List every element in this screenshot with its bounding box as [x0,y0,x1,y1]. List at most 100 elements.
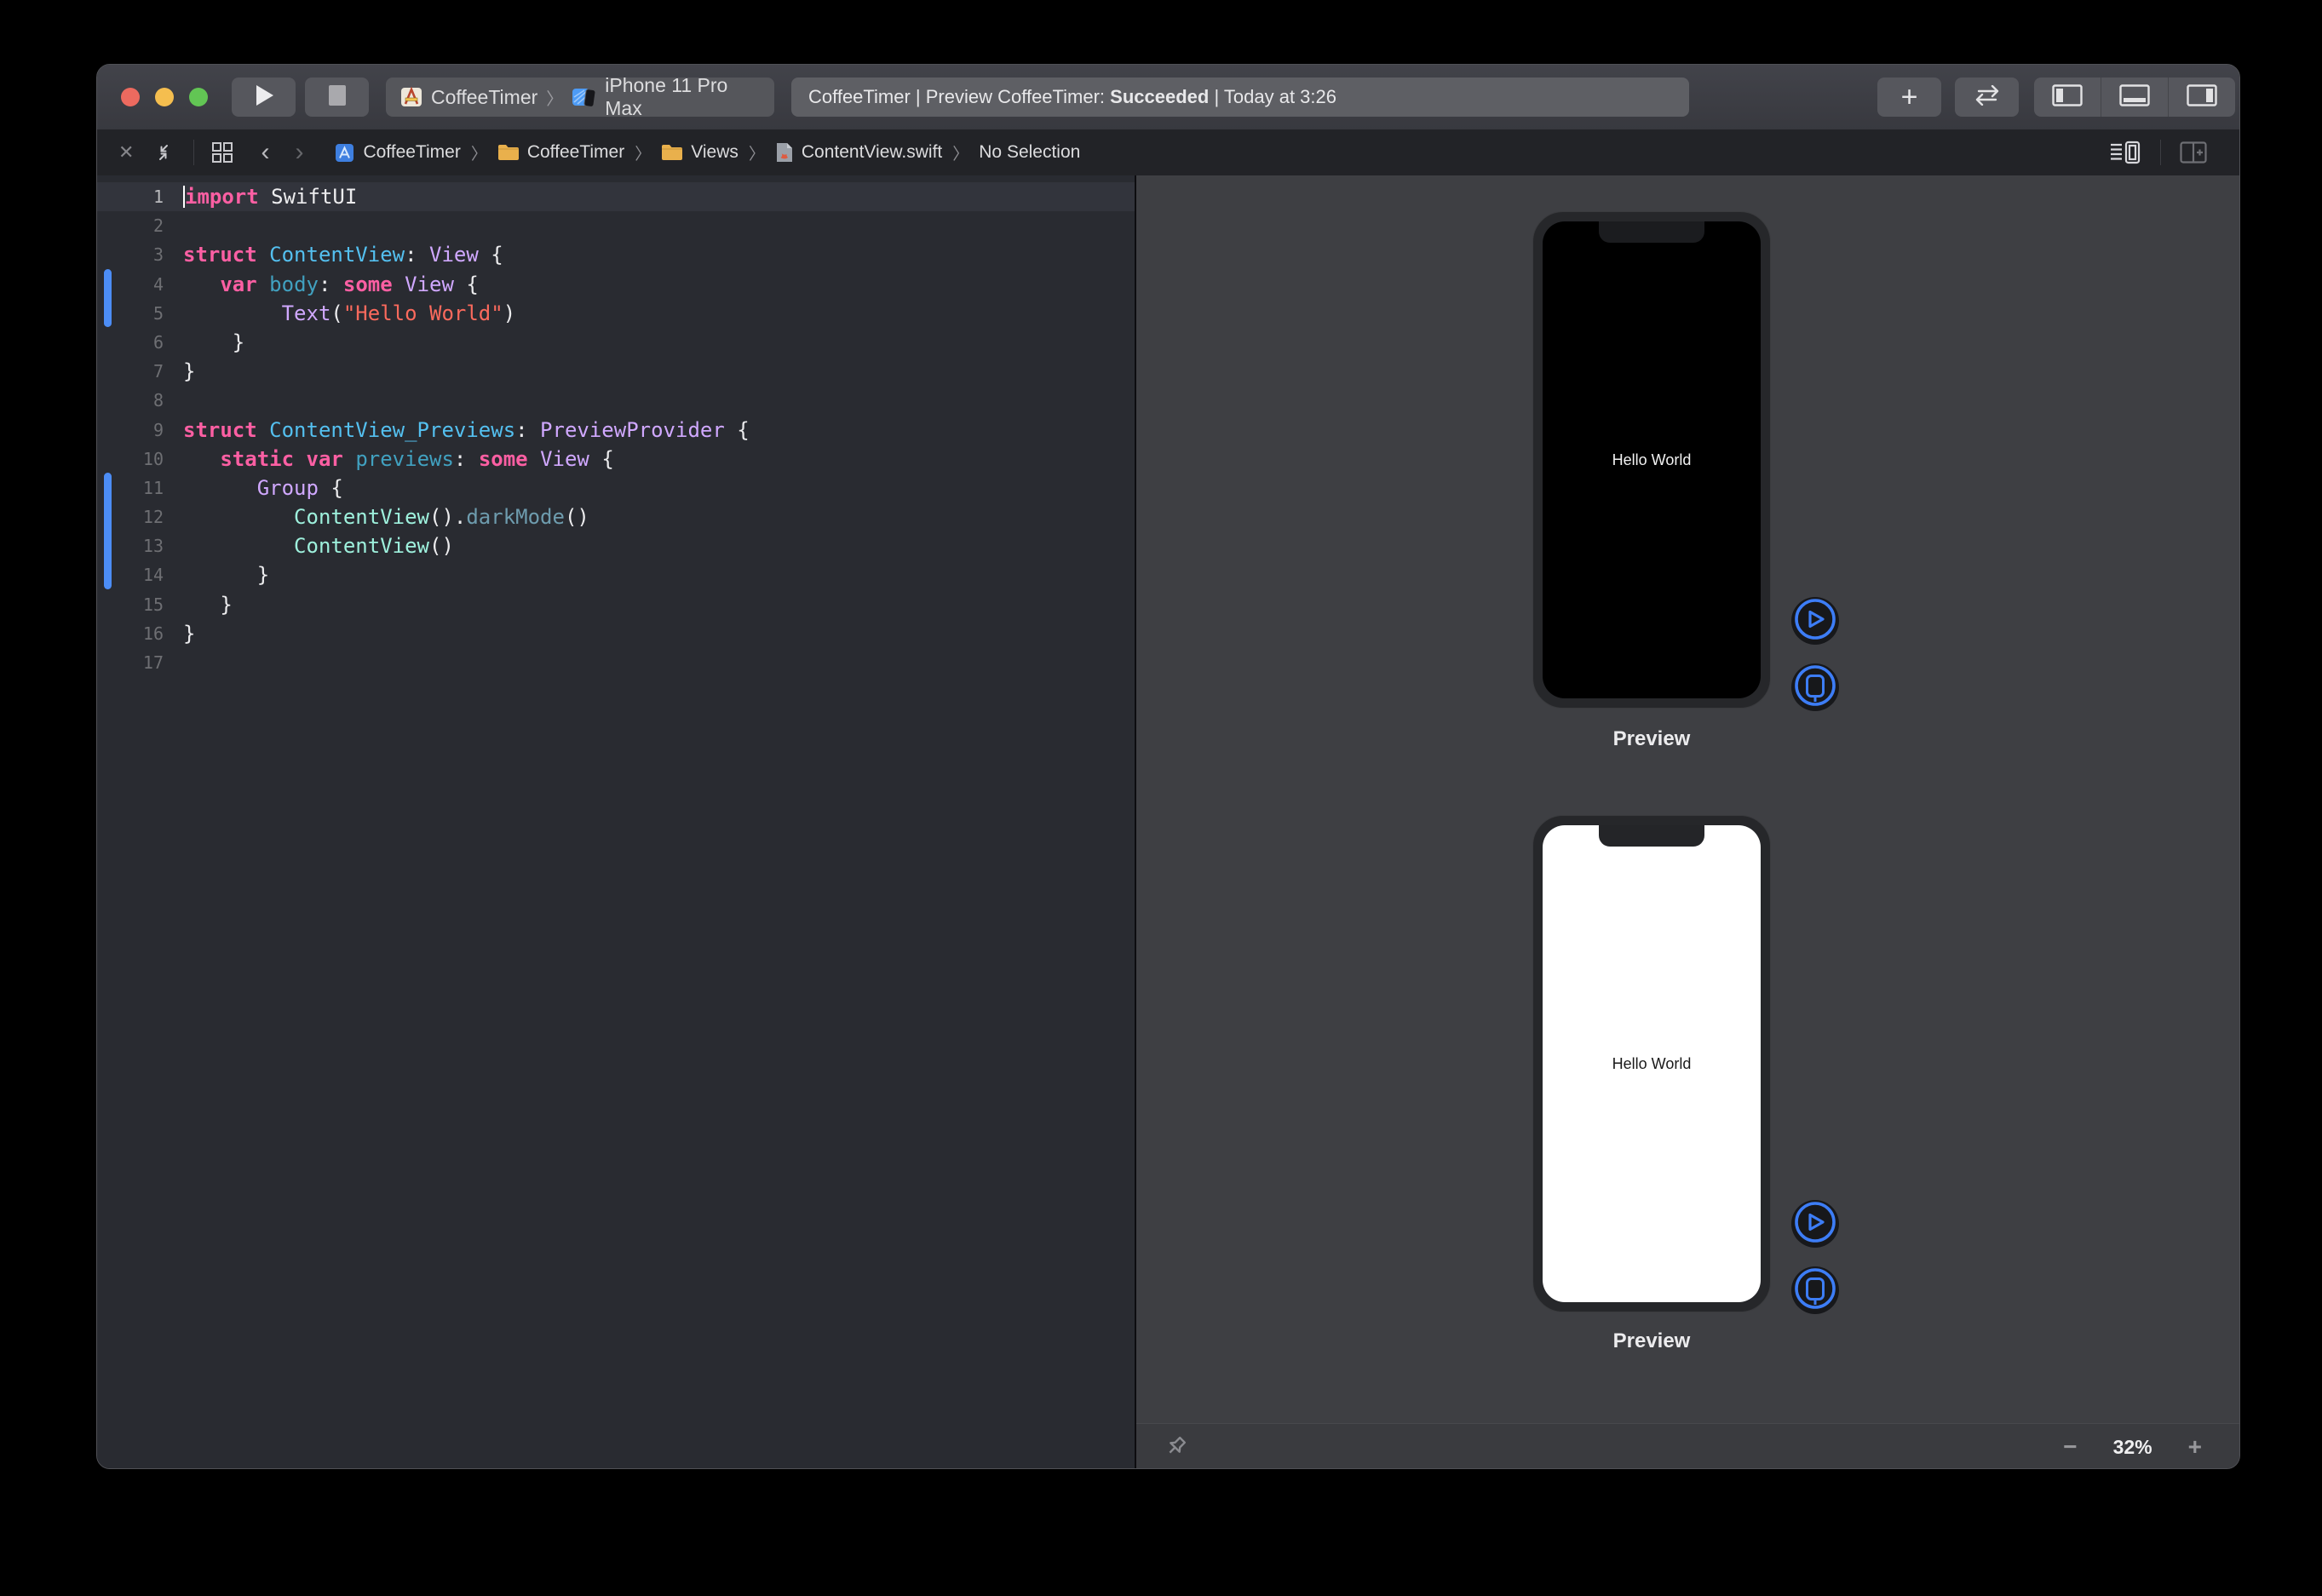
code-line[interactable]: 16} [97,619,1135,648]
code-line[interactable]: 3struct ContentView: View { [97,240,1135,269]
breadcrumb-item-no-selection[interactable]: No Selection [979,142,1080,163]
code-line[interactable]: 7} [97,357,1135,386]
pin-icon[interactable] [1162,1433,1189,1461]
line-number: 10 [97,445,164,474]
zoom-in-button[interactable]: + [2188,1435,2202,1459]
preview-on-device-button[interactable] [1791,1266,1839,1314]
code-line[interactable]: 10 static var previews: some View { [97,445,1135,474]
code-text: struct ContentView_Previews: PreviewProv… [183,416,750,445]
traffic-zoom-button[interactable] [189,88,208,106]
preview-on-device-button[interactable] [1791,663,1839,711]
code-text: struct ContentView: View { [183,240,503,269]
line-number: 16 [97,619,164,648]
adjust-editor-options-icon[interactable] [2109,141,2141,164]
preview-label: Preview [1532,1329,1771,1353]
plus-icon: + [1901,81,1918,114]
code-lines: 1 import SwiftUI 23struct ContentView: Vie… [97,182,1135,677]
line-number: 11 [97,474,164,502]
code-line[interactable]: 11 Group { [97,474,1135,502]
run-button[interactable] [232,78,296,117]
status-text: CoffeeTimer | Preview CoffeeTimer: Succe… [808,86,1336,108]
iphone-preview-light[interactable]: Hello World [1532,815,1771,1312]
stop-button[interactable] [305,78,369,117]
canvas-bottom-bar: − 32% + [1136,1423,2239,1469]
close-editor-icon[interactable]: ✕ [118,141,134,164]
code-text: static var previews: some View { [183,445,614,474]
toolbar: CoffeeTimer 〉 iPhone 11 Pro Max CoffeeTi… [97,65,2239,130]
desktop: CoffeeTimer 〉 iPhone 11 Pro Max CoffeeTi… [0,0,2322,1596]
code-line[interactable]: 14 } [97,560,1135,589]
code-text: } [183,590,233,619]
code-line[interactable]: 4 var body: some View { [97,270,1135,299]
line-number: 1 [97,182,164,211]
code-text: var body: some View { [183,270,479,299]
add-editor-icon[interactable] [2180,141,2207,164]
line-number: 2 [97,211,164,240]
jumpbar-divider [2160,140,2161,165]
line-number: 15 [97,590,164,619]
code-text: Group { [183,474,343,502]
library-button[interactable]: + [1877,78,1941,117]
toggle-debug-area-button[interactable] [2101,78,2169,117]
scheme-selector[interactable]: CoffeeTimer 〉 iPhone 11 Pro Max [386,78,774,117]
code-line[interactable]: 1 import SwiftUI [97,182,1135,211]
editor-swap-button[interactable] [1955,78,2019,117]
code-text: import SwiftUI [183,182,357,211]
project-icon [334,142,355,164]
line-number: 12 [97,502,164,531]
traffic-minimize-button[interactable] [155,88,174,106]
breadcrumb-item[interactable]: CoffeeTimer [527,142,624,163]
panel-toggle-group [2034,78,2235,117]
focus-editor-icon[interactable] [152,141,175,164]
code-text: ContentView() [183,531,454,560]
preview-hello-text: Hello World [1612,451,1692,469]
bottom-panel-icon [2119,84,2150,111]
traffic-close-button[interactable] [121,88,140,106]
code-line[interactable]: 9 struct ContentView_Previews: PreviewPro… [97,416,1135,445]
toggle-navigator-button[interactable] [2034,78,2101,117]
content-area: 1 import SwiftUI 23struct ContentView: Vie… [97,175,2239,1469]
app-scheme-icon [399,85,423,109]
code-line[interactable]: 2 [97,211,1135,240]
forward-chevron-icon[interactable]: › [295,138,303,167]
breadcrumb-separator: 〉 [635,141,651,164]
back-chevron-icon[interactable]: ‹ [261,138,269,167]
folder-icon [661,143,683,162]
scheme-separator: 〉 [546,85,563,110]
code-line[interactable]: 5 Text("Hello World") [97,299,1135,328]
code-line[interactable]: 13 ContentView() [97,531,1135,560]
breadcrumb-item[interactable]: Views [691,142,739,163]
folder-icon [497,143,520,162]
line-number: 8 [97,386,164,415]
code-line[interactable]: 15 } [97,590,1135,619]
zoom-out-button[interactable]: − [2063,1435,2077,1459]
live-preview-button[interactable] [1791,1200,1839,1248]
device-circle-icon [1791,662,1839,714]
source-editor[interactable]: 1 import SwiftUI 23struct ContentView: Vie… [97,175,1135,1469]
breadcrumb-separator: 〉 [471,141,487,164]
code-line[interactable]: 8 [97,386,1135,415]
line-number: 13 [97,531,164,560]
device-icon [572,85,597,109]
preview-screen-light: Hello World [1543,825,1761,1302]
preview-label: Preview [1532,727,1771,751]
iphone-preview-dark[interactable]: Hello World [1532,211,1771,709]
code-line[interactable]: 6 } [97,328,1135,357]
breadcrumb-separator: 〉 [749,141,765,164]
code-line[interactable]: 17 [97,648,1135,677]
preview-hello-text: Hello World [1612,1055,1692,1073]
toggle-inspector-button[interactable] [2169,78,2235,117]
code-text: } [183,328,244,357]
left-panel-icon [2052,84,2083,111]
related-items-icon[interactable] [211,141,233,164]
line-number: 9 [97,416,164,445]
xcode-window: CoffeeTimer 〉 iPhone 11 Pro Max CoffeeTi… [96,64,2240,1469]
breadcrumb-item[interactable]: CoffeeTimer [363,142,460,163]
device-circle-icon [1791,1265,1839,1317]
breadcrumb-item[interactable]: ContentView.swift [802,142,942,163]
play-circle-icon [1791,595,1839,647]
scheme-device-label: iPhone 11 Pro Max [605,74,761,120]
code-text: } [183,619,195,648]
live-preview-button[interactable] [1791,597,1839,645]
code-line[interactable]: 12 ContentView().darkMode() [97,502,1135,531]
